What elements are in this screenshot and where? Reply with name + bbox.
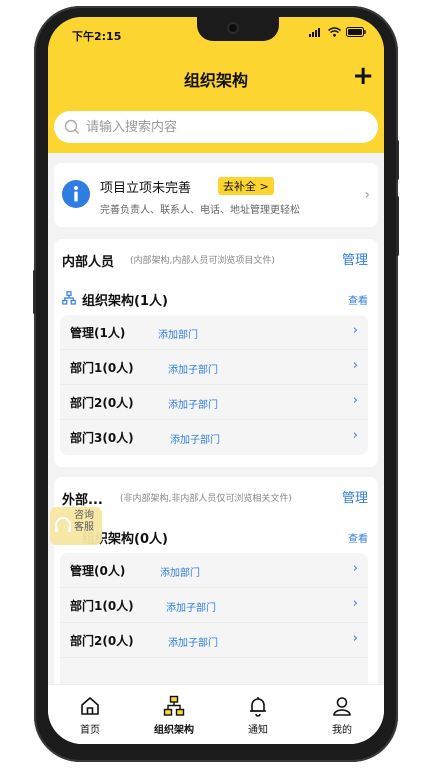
internal-title: 内部人员 [62, 255, 115, 270]
search-input[interactable] [84, 118, 358, 136]
tab-notifications[interactable]: 通知 [216, 685, 300, 744]
org-chart-icon [62, 291, 76, 305]
notice-subtitle: 完善负责人、联系人、电话、地址管理更轻松 [100, 205, 300, 216]
wifi-icon [328, 27, 341, 37]
table-row[interactable]: 部门3(0人) 添加子部门 › [60, 420, 368, 455]
complete-button[interactable]: 去补全 > [218, 177, 274, 195]
add-department-link[interactable]: 添加部门 [160, 564, 200, 579]
search-icon [64, 119, 79, 134]
external-manage-button[interactable]: 管理 [342, 487, 368, 506]
chevron-right-icon: › [352, 631, 358, 646]
chevron-right-icon: › [352, 323, 358, 338]
add-department-link[interactable]: 添加部门 [158, 326, 198, 341]
chevron-right-icon: › [352, 596, 358, 611]
department-name: 部门1(0人) [70, 599, 134, 613]
department-name: 管理(1人) [70, 326, 126, 340]
add-subdepartment-link[interactable]: 添加子部门 [170, 431, 220, 446]
signal-icon [309, 28, 320, 37]
search-bar[interactable] [54, 111, 378, 143]
chevron-right-icon: › [352, 358, 358, 373]
headset-icon [55, 517, 71, 532]
org-chart-icon [163, 695, 185, 716]
department-name: 部门3(0人) [70, 431, 134, 445]
tab-home-label: 首页 [80, 725, 100, 736]
chevron-right-icon: › [352, 428, 358, 443]
tab-org-chart-label: 组织架构 [154, 725, 194, 736]
external-title: 外部... [62, 493, 103, 508]
volume-button [396, 140, 399, 180]
department-name: 管理(0人) [70, 564, 126, 578]
internal-department-list: 管理(1人) 添加部门 › 部门1(0人) 添加子部门 › 部门2(0人) 添加… [60, 315, 368, 455]
notch [197, 17, 279, 41]
header: 下午2:15 组织架构 + [48, 17, 384, 153]
tab-profile[interactable]: 我的 [300, 685, 384, 744]
tab-org-chart[interactable]: 组织架构 [132, 685, 216, 744]
add-subdepartment-link[interactable]: 添加子部门 [168, 396, 218, 411]
bell-icon [250, 697, 266, 717]
customer-service-button[interactable]: 咨询 客服 [50, 507, 102, 545]
screen: 下午2:15 组织架构 + 请输入搜索内容 项目立项未完善 去补全 > 完善负责… [48, 17, 384, 744]
external-view-link[interactable]: 查看 [348, 530, 368, 545]
plus-icon[interactable]: + [352, 63, 374, 89]
chevron-right-icon: › [352, 393, 358, 408]
table-row[interactable]: 部门2(0人) 添加子部门 › [60, 623, 368, 658]
internal-note: (内部架构,内部人员可浏览项目文件) [130, 256, 275, 266]
table-row[interactable]: 部门1(0人) 添加子部门 › [60, 350, 368, 385]
chevron-right-icon: › [352, 561, 358, 576]
tab-home[interactable]: 首页 [48, 685, 132, 744]
project-notice-card[interactable]: 项目立项未完善 去补全 > 完善负责人、联系人、电话、地址管理更轻松 › [54, 163, 378, 227]
home-icon [81, 697, 99, 715]
camera-icon [227, 22, 239, 34]
table-row[interactable]: 部门1(0人) 添加子部门 › [60, 588, 368, 623]
user-icon [333, 697, 351, 716]
internal-section: 内部人员 (内部架构,内部人员可浏览项目文件) 管理 组织架构(1人) 查看 管… [54, 239, 378, 467]
department-name: 部门2(0人) [70, 634, 134, 648]
service-label: 客服 [74, 522, 94, 533]
external-note: (非内部架构,非内部人员仅可浏览相关文件) [120, 494, 292, 504]
power-button [396, 196, 399, 256]
notice-title: 项目立项未完善 [100, 181, 192, 196]
external-section: 外部... (非内部架构,非内部人员仅可浏览相关文件) 管理 组织架构(0人) … [54, 477, 378, 697]
internal-view-link[interactable]: 查看 [348, 292, 368, 307]
battery-icon [346, 27, 366, 37]
consult-label: 咨询 [74, 510, 94, 521]
add-subdepartment-link[interactable]: 添加子部门 [166, 599, 216, 614]
external-department-list: 管理(0人) 添加部门 › 部门1(0人) 添加子部门 › 部门2(0人) 添加… [60, 553, 368, 693]
internal-org-title: 组织架构(1人) [82, 294, 168, 309]
department-name: 部门1(0人) [70, 361, 134, 375]
table-row[interactable]: 管理(0人) 添加部门 › [60, 553, 368, 588]
tab-notifications-label: 通知 [248, 725, 268, 736]
table-row[interactable]: 部门2(0人) 添加子部门 › [60, 385, 368, 420]
add-subdepartment-link[interactable]: 添加子部门 [168, 361, 218, 376]
page-title: 组织架构 [183, 71, 248, 90]
table-row[interactable]: 管理(1人) 添加部门 › [60, 315, 368, 350]
bottom-tab-bar: 首页 组织架构 通知 我的 [48, 684, 384, 744]
tab-profile-label: 我的 [332, 725, 352, 736]
info-icon [62, 180, 90, 208]
side-key [33, 270, 36, 314]
add-subdepartment-link[interactable]: 添加子部门 [168, 634, 218, 649]
chevron-right-icon: › [364, 187, 370, 203]
status-icons [309, 27, 366, 37]
department-name: 部门2(0人) [70, 396, 134, 410]
internal-manage-button[interactable]: 管理 [342, 249, 368, 268]
status-time: 下午2:15 [72, 30, 122, 43]
